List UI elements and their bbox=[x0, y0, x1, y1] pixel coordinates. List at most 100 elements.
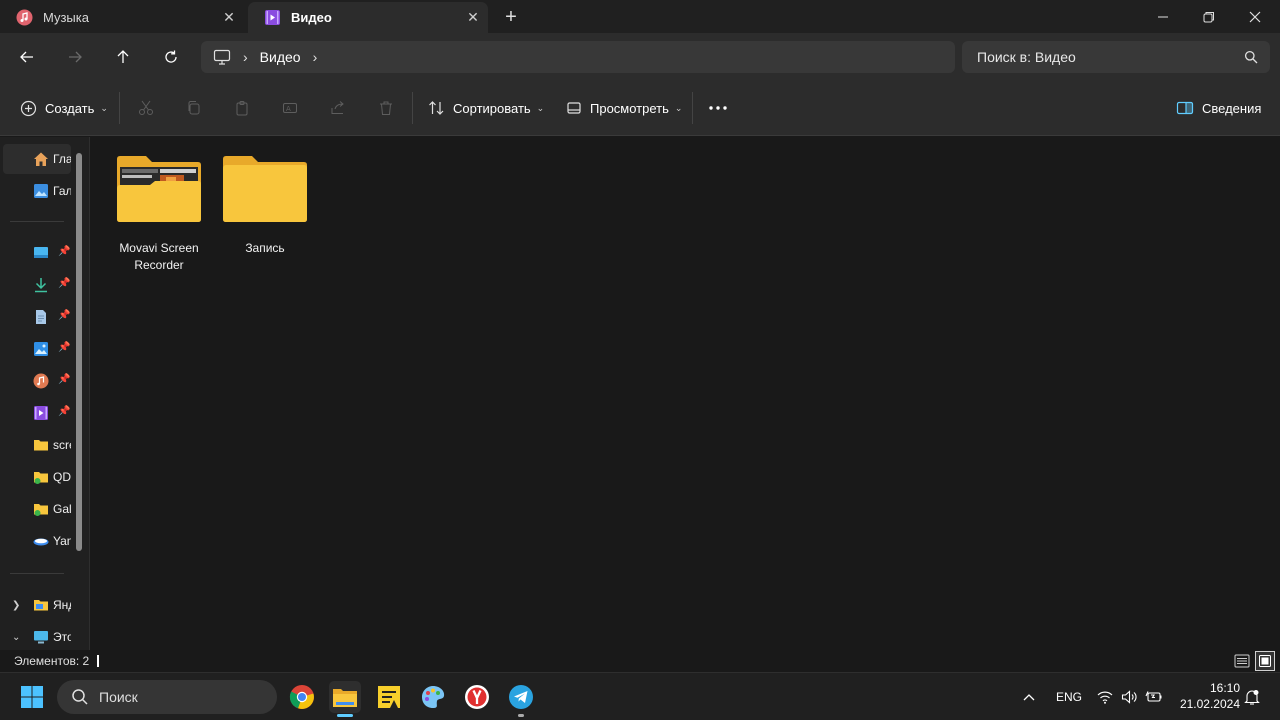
command-bar: Создать ⌄ A Сортировать ⌄ Просмотреть ⌄ … bbox=[0, 80, 1280, 136]
back-button[interactable] bbox=[11, 41, 43, 73]
rename-button[interactable]: A bbox=[278, 96, 302, 120]
sidebar-item-home[interactable]: Гла bbox=[3, 144, 71, 174]
search-input[interactable]: Поиск в: Видео bbox=[962, 41, 1270, 73]
chevron-right-icon[interactable]: ❯ bbox=[12, 600, 20, 611]
breadcrumb-video[interactable]: Видео bbox=[260, 49, 301, 65]
create-label: Создать bbox=[45, 100, 95, 116]
taskbar-app-explorer[interactable] bbox=[329, 681, 361, 717]
details-view-button[interactable] bbox=[1232, 651, 1252, 671]
view-icon bbox=[567, 102, 581, 114]
pin-icon: 📌 bbox=[58, 342, 71, 353]
status-bar: Элементов: 2 bbox=[0, 650, 1280, 672]
show-hidden-icons-button[interactable] bbox=[1022, 685, 1036, 709]
pin-icon: 📌 bbox=[58, 278, 71, 289]
battery-charging-icon bbox=[1145, 691, 1162, 702]
divider bbox=[692, 92, 693, 124]
sidebar-item-label: Гла bbox=[53, 152, 71, 166]
taskbar-app-telegram[interactable] bbox=[505, 681, 537, 717]
chevron-right-icon: › bbox=[243, 49, 248, 65]
address-bar[interactable]: › Видео › bbox=[201, 41, 955, 73]
close-tab-icon[interactable]: ✕ bbox=[458, 9, 488, 26]
copy-icon bbox=[188, 101, 200, 115]
chevron-down-icon[interactable]: ⌄ bbox=[12, 632, 20, 643]
yandex-disk-icon bbox=[33, 538, 49, 546]
paste-button[interactable] bbox=[230, 96, 254, 120]
sidebar-item-screenshots[interactable]: scre bbox=[3, 430, 71, 460]
arrow-up-icon bbox=[117, 50, 129, 63]
cut-button[interactable] bbox=[134, 96, 158, 120]
share-button[interactable] bbox=[326, 96, 350, 120]
wifi-icon bbox=[1097, 691, 1113, 704]
pin-icon: 📌 bbox=[58, 374, 71, 385]
sidebar-item-desktop[interactable]: 📌 bbox=[3, 238, 71, 268]
gallery-icon bbox=[34, 184, 48, 198]
sidebar-item-label: QD bbox=[53, 470, 71, 484]
language-indicator[interactable]: ENG bbox=[1056, 685, 1082, 709]
sidebar-item-label: scre bbox=[53, 438, 71, 452]
sidebar-item-documents[interactable]: 📌 bbox=[3, 302, 71, 332]
close-window-button[interactable] bbox=[1232, 0, 1278, 33]
chevron-down-icon: ⌄ bbox=[100, 102, 108, 113]
notifications-button[interactable] bbox=[1244, 685, 1260, 709]
sidebar-item-music[interactable]: 📌 bbox=[3, 366, 71, 396]
network-button[interactable] bbox=[1097, 685, 1113, 709]
search-placeholder: Поиск в: Видео bbox=[977, 49, 1076, 65]
tiles-view-button[interactable] bbox=[1255, 651, 1275, 671]
view-label: Просмотреть bbox=[590, 100, 669, 116]
title-bar: Музыка ✕ Видео ✕ + bbox=[0, 0, 1280, 33]
sidebar-item-gallery[interactable]: Гал bbox=[3, 176, 71, 206]
running-indicator bbox=[518, 714, 524, 717]
sidebar-item-gal[interactable]: Gal bbox=[3, 494, 71, 524]
taskbar-app-notes[interactable] bbox=[373, 681, 405, 713]
view-button[interactable]: Просмотреть ⌄ bbox=[566, 94, 682, 122]
clipboard-icon bbox=[236, 101, 248, 116]
sidebar-item-qd[interactable]: QD bbox=[3, 462, 71, 492]
trash-icon bbox=[380, 101, 392, 115]
speaker-icon bbox=[1121, 690, 1137, 704]
divider bbox=[412, 92, 413, 124]
sort-icon bbox=[429, 101, 444, 115]
sort-button[interactable]: Сортировать ⌄ bbox=[428, 94, 544, 122]
folder-icon bbox=[117, 156, 201, 222]
minimize-button[interactable] bbox=[1140, 0, 1186, 33]
list-view-icon bbox=[1234, 654, 1250, 668]
refresh-button[interactable] bbox=[155, 41, 187, 73]
chevron-right-icon[interactable]: › bbox=[313, 49, 318, 65]
sidebar-item-yandex-disk[interactable]: Yan bbox=[3, 526, 71, 556]
sidebar-item-label: Yan bbox=[53, 534, 71, 548]
sidebar-scrollbar[interactable] bbox=[76, 153, 82, 551]
download-icon bbox=[35, 278, 47, 293]
taskbar-app-paint[interactable] bbox=[417, 681, 449, 713]
start-button[interactable] bbox=[16, 681, 48, 713]
copy-button[interactable] bbox=[182, 96, 206, 120]
sidebar-item-downloads[interactable]: 📌 bbox=[3, 270, 71, 300]
taskbar-app-yandex[interactable] bbox=[461, 681, 493, 713]
delete-button[interactable] bbox=[374, 96, 398, 120]
close-tab-icon[interactable]: ✕ bbox=[214, 9, 244, 26]
restore-button[interactable] bbox=[1186, 0, 1232, 33]
file-list-area[interactable]: Movavi Screen Recorder Запись bbox=[91, 137, 1280, 650]
tab-video[interactable]: Видео ✕ bbox=[248, 2, 488, 33]
volume-button[interactable] bbox=[1121, 685, 1137, 709]
sidebar-item-label: Гал bbox=[53, 184, 71, 198]
svg-text:A: A bbox=[286, 105, 291, 113]
tab-music[interactable]: Музыка ✕ bbox=[0, 2, 244, 33]
up-button[interactable] bbox=[107, 41, 139, 73]
more-options-button[interactable] bbox=[706, 96, 730, 120]
details-button[interactable]: Сведения bbox=[1176, 94, 1261, 122]
windows-logo-icon bbox=[21, 686, 43, 708]
taskbar-app-chrome[interactable] bbox=[286, 681, 318, 713]
tiles-view-icon bbox=[1259, 655, 1271, 667]
new-tab-button[interactable]: + bbox=[498, 4, 524, 30]
taskbar-search[interactable]: Поиск bbox=[57, 680, 277, 714]
sidebar-item-pictures[interactable]: 📌 bbox=[3, 334, 71, 364]
clock[interactable]: 16:10 21.02.2024 bbox=[1176, 680, 1240, 712]
sidebar-item-videos[interactable]: 📌 bbox=[3, 398, 71, 428]
battery-button[interactable] bbox=[1145, 685, 1163, 709]
create-button[interactable]: Создать ⌄ bbox=[20, 94, 108, 122]
folder-item[interactable]: Запись bbox=[215, 153, 315, 257]
folder-item[interactable]: Movavi Screen Recorder bbox=[109, 153, 209, 274]
details-label: Сведения bbox=[1202, 100, 1262, 116]
forward-button[interactable] bbox=[59, 41, 91, 73]
home-icon bbox=[34, 152, 48, 166]
